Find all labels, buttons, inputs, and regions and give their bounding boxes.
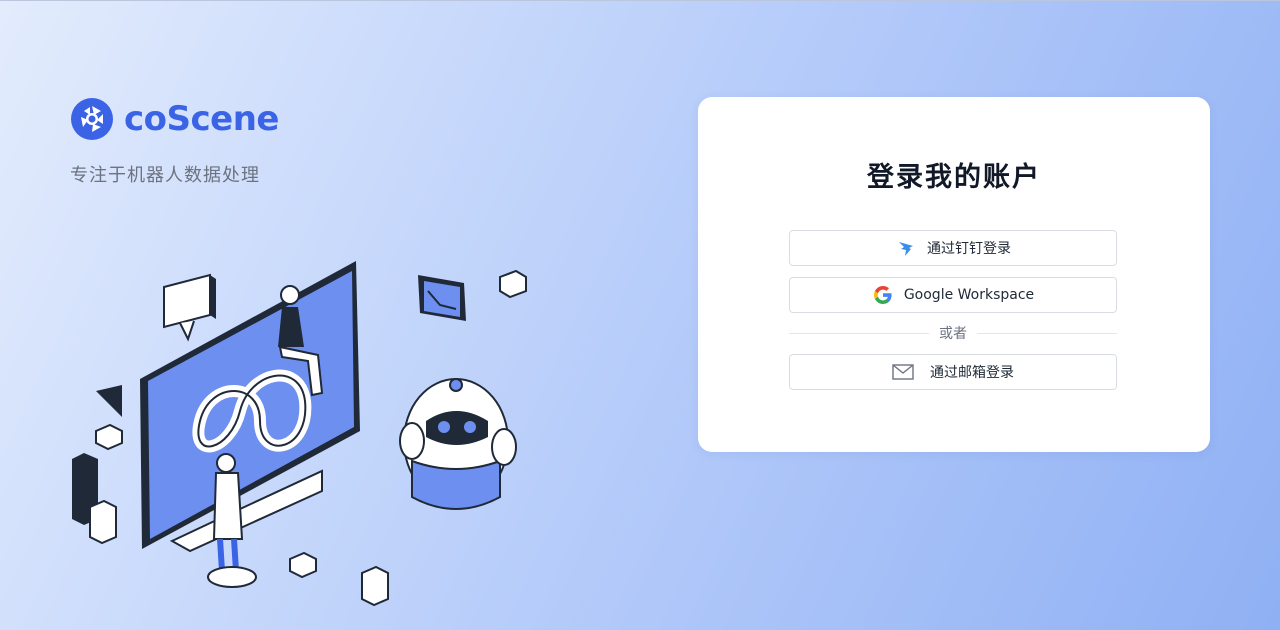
divider-line-left (789, 332, 929, 334)
email-login-button[interactable]: 通过邮箱登录 (789, 354, 1117, 390)
divider-label: 或者 (939, 326, 967, 342)
brand-logo: coScene (70, 97, 279, 141)
email-login-label: 通过邮箱登录 (930, 365, 1014, 381)
robot-figure (399, 378, 517, 510)
dingtalk-icon (895, 237, 917, 259)
dingtalk-login-label: 通过钉钉登录 (927, 241, 1011, 257)
login-card: 登录我的账户 通过钉钉登录 Google Workspace 或者 通过邮箱登录 (698, 97, 1210, 452)
login-title: 登录我的账户 (867, 162, 1041, 193)
chart-bubble-icon (418, 275, 466, 321)
brand-name: coScene (124, 99, 279, 139)
google-login-label: Google Workspace (903, 287, 1035, 303)
dingtalk-login-button[interactable]: 通过钉钉登录 (789, 230, 1117, 266)
google-icon (872, 284, 894, 306)
chat-bubble-icon (163, 273, 216, 342)
robot-illustration (72, 261, 527, 607)
mail-icon (892, 361, 914, 383)
brand-tagline: 专注于机器人数据处理 (70, 165, 260, 186)
login-divider: 或者 (789, 323, 1117, 343)
divider-line-right (977, 332, 1117, 334)
google-login-button[interactable]: Google Workspace (789, 277, 1117, 313)
coscene-logo-icon (71, 98, 113, 140)
